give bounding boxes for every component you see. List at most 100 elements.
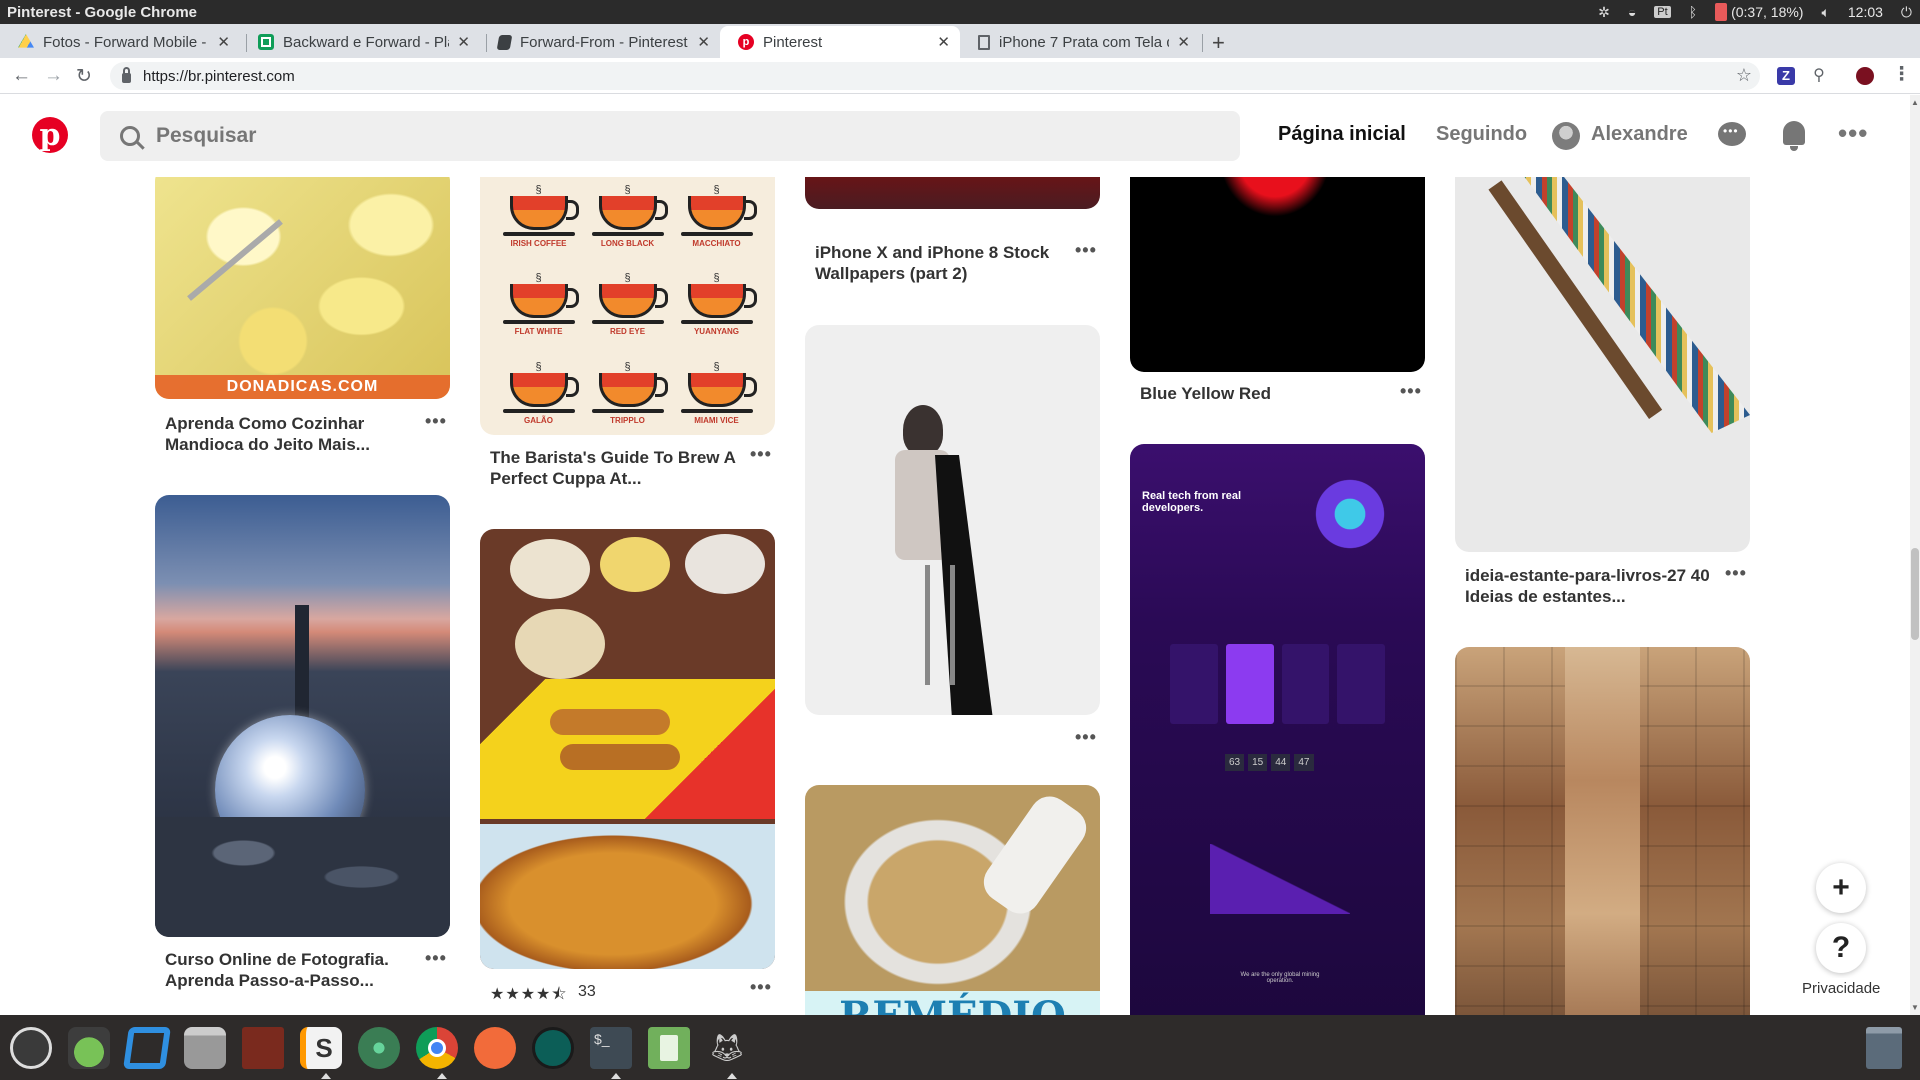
- clock[interactable]: 12:03: [1848, 4, 1883, 20]
- tab-label: Pinterest: [763, 33, 823, 51]
- lighthouse-shape: [295, 605, 309, 725]
- search-icon: [120, 126, 140, 146]
- page-icon: [978, 34, 990, 50]
- chrome-menu-icon[interactable]: ⋮: [1892, 63, 1911, 86]
- add-pin-button[interactable]: +: [1816, 863, 1866, 913]
- ink-splash: [1210, 177, 1340, 227]
- close-icon[interactable]: ✕: [697, 33, 710, 51]
- countdown-digit: 15: [1248, 754, 1268, 771]
- tab-strip: Fotos - Forward Mobile - G ✕ Backward e …: [0, 24, 1920, 58]
- close-icon[interactable]: ✕: [1177, 33, 1190, 51]
- pin-image-bookshelf[interactable]: [1455, 177, 1750, 552]
- pin-title[interactable]: iPhone X and iPhone 8 Stock Wallpapers (…: [815, 242, 1070, 284]
- pin-more-button[interactable]: •••: [750, 977, 772, 998]
- settings-icon[interactable]: ✲: [1598, 4, 1610, 21]
- scrollbar-thumb[interactable]: [1911, 548, 1919, 640]
- user-profile-link[interactable]: Alexandre: [1591, 123, 1688, 146]
- postman-icon[interactable]: [474, 1027, 516, 1069]
- lock-icon[interactable]: [122, 67, 131, 83]
- power-icon[interactable]: ⏻: [1901, 4, 1912, 21]
- back-button[interactable]: ←: [12, 65, 31, 87]
- google-sheets-icon: [258, 34, 274, 50]
- close-icon[interactable]: ✕: [217, 33, 230, 51]
- book-icon[interactable]: [242, 1027, 284, 1069]
- pin-image-food[interactable]: [480, 529, 775, 969]
- scroll-up-arrow[interactable]: ▲: [1911, 98, 1919, 107]
- pin-image-illustration[interactable]: [805, 325, 1100, 715]
- files-icon[interactable]: [184, 1027, 226, 1069]
- vscode-icon[interactable]: [123, 1027, 171, 1069]
- os-top-bar: Pinterest - Google Chrome ✲ ◒ Pt ᛒ (0:37…: [0, 0, 1920, 24]
- close-icon[interactable]: ✕: [937, 33, 950, 51]
- pin-title[interactable]: ideia-estante-para-livros-27 40 Ideias d…: [1465, 565, 1720, 607]
- keyboard-layout[interactable]: Pt: [1654, 6, 1671, 18]
- scroll-down-arrow[interactable]: ▼: [1911, 1003, 1919, 1012]
- stool-leg: [950, 565, 955, 685]
- privacy-link[interactable]: Privacidade: [1790, 978, 1893, 999]
- tab-fotos[interactable]: Fotos - Forward Mobile - G ✕: [0, 26, 240, 58]
- tablet-icon[interactable]: [648, 1027, 690, 1069]
- zotero-extension-icon[interactable]: Z: [1777, 67, 1795, 85]
- pin-image-mining-site[interactable]: Real tech from real developers. 63 15 44…: [1130, 444, 1425, 1015]
- tab-iphone[interactable]: iPhone 7 Prata com Tela d ✕: [960, 26, 1200, 58]
- pin-image-blue-yellow-red[interactable]: [1130, 177, 1425, 372]
- bookmark-star-icon[interactable]: ☆: [1736, 65, 1752, 86]
- pin-title[interactable]: The Barista's Guide To Brew A Perfect Cu…: [490, 447, 745, 489]
- pin-more-button[interactable]: •••: [1075, 727, 1097, 748]
- forward-button[interactable]: →: [44, 65, 63, 87]
- pin-image-sistine-chapel[interactable]: [1455, 647, 1750, 1015]
- tab-pinterest[interactable]: p Pinterest ✕: [720, 26, 960, 58]
- trash-icon[interactable]: [1866, 1027, 1902, 1069]
- search-input[interactable]: [156, 124, 1056, 148]
- new-tab-button[interactable]: +: [1212, 30, 1225, 56]
- pinterest-header: p Página inicial Seguindo Alexandre •••: [0, 95, 1910, 177]
- coffee-cup: § MACCHIATO: [672, 177, 761, 254]
- close-icon[interactable]: ✕: [457, 33, 470, 51]
- atom-icon[interactable]: [358, 1027, 400, 1069]
- search-bar[interactable]: [100, 111, 1240, 161]
- dock-indicator: [437, 1073, 447, 1079]
- wifi-icon[interactable]: ◒: [1628, 4, 1636, 20]
- dock-indicator: [611, 1073, 621, 1079]
- pin-more-button[interactable]: •••: [1075, 240, 1097, 261]
- chrome-icon[interactable]: [416, 1027, 458, 1069]
- more-options-button[interactable]: •••: [1838, 119, 1870, 151]
- address-bar[interactable]: https://br.pinterest.com ☆: [110, 62, 1760, 90]
- window-title: Pinterest - Google Chrome: [7, 3, 198, 21]
- profile-avatar-icon[interactable]: [1856, 67, 1874, 85]
- pin-image-wallpaper[interactable]: [805, 177, 1100, 209]
- lightbulb-extension-icon[interactable]: ⚲: [1810, 67, 1828, 85]
- notifications-button[interactable]: [1778, 119, 1810, 151]
- pin-more-button[interactable]: •••: [1400, 381, 1422, 402]
- pin-more-button[interactable]: •••: [425, 948, 447, 969]
- nav-following-link[interactable]: Seguindo: [1436, 123, 1527, 146]
- battery-indicator[interactable]: (0:37, 18%): [1715, 3, 1803, 21]
- pin-image-remedio[interactable]: REMÉDIO: [805, 785, 1100, 1015]
- pin-title[interactable]: Curso Online de Fotografia. Aprenda Pass…: [165, 949, 420, 991]
- ubuntu-icon[interactable]: [10, 1027, 52, 1069]
- messages-button[interactable]: [1718, 119, 1750, 151]
- sublime-icon[interactable]: S: [300, 1027, 342, 1069]
- url-text[interactable]: https://br.pinterest.com: [143, 68, 295, 85]
- nav-home-link[interactable]: Página inicial: [1278, 123, 1406, 146]
- pin-image-mandioca[interactable]: DONADICAS.COM: [155, 177, 450, 399]
- volume-icon[interactable]: 🔈︎: [1821, 4, 1829, 21]
- user-avatar[interactable]: [1552, 122, 1580, 150]
- gimp-icon[interactable]: 🦊︎: [706, 1027, 748, 1069]
- android-studio-icon[interactable]: [68, 1027, 110, 1069]
- pin-title[interactable]: Aprenda Como Cozinhar Mandioca do Jeito …: [165, 413, 420, 455]
- pin-image-barista-guide[interactable]: § IRISH COFFEE § LONG BLACK § MACCHIATO § FL…: [480, 177, 775, 435]
- reload-button[interactable]: ↻: [76, 65, 92, 88]
- bluetooth-icon[interactable]: ᛒ: [1689, 4, 1697, 20]
- pin-more-button[interactable]: •••: [425, 411, 447, 432]
- terminal-icon[interactable]: $_: [590, 1027, 632, 1069]
- help-button[interactable]: ?: [1816, 923, 1866, 973]
- pin-more-button[interactable]: •••: [750, 444, 772, 465]
- tab-backward-forward[interactable]: Backward e Forward - Pla ✕: [240, 26, 480, 58]
- pin-title[interactable]: Blue Yellow Red: [1140, 383, 1395, 404]
- pinterest-logo-icon[interactable]: p: [32, 117, 68, 153]
- gitkraken-icon[interactable]: [532, 1027, 574, 1069]
- tab-forward-from[interactable]: Forward-From - Pinterest ✕: [480, 26, 720, 58]
- pin-image-photography[interactable]: [155, 495, 450, 937]
- pin-more-button[interactable]: •••: [1725, 563, 1747, 584]
